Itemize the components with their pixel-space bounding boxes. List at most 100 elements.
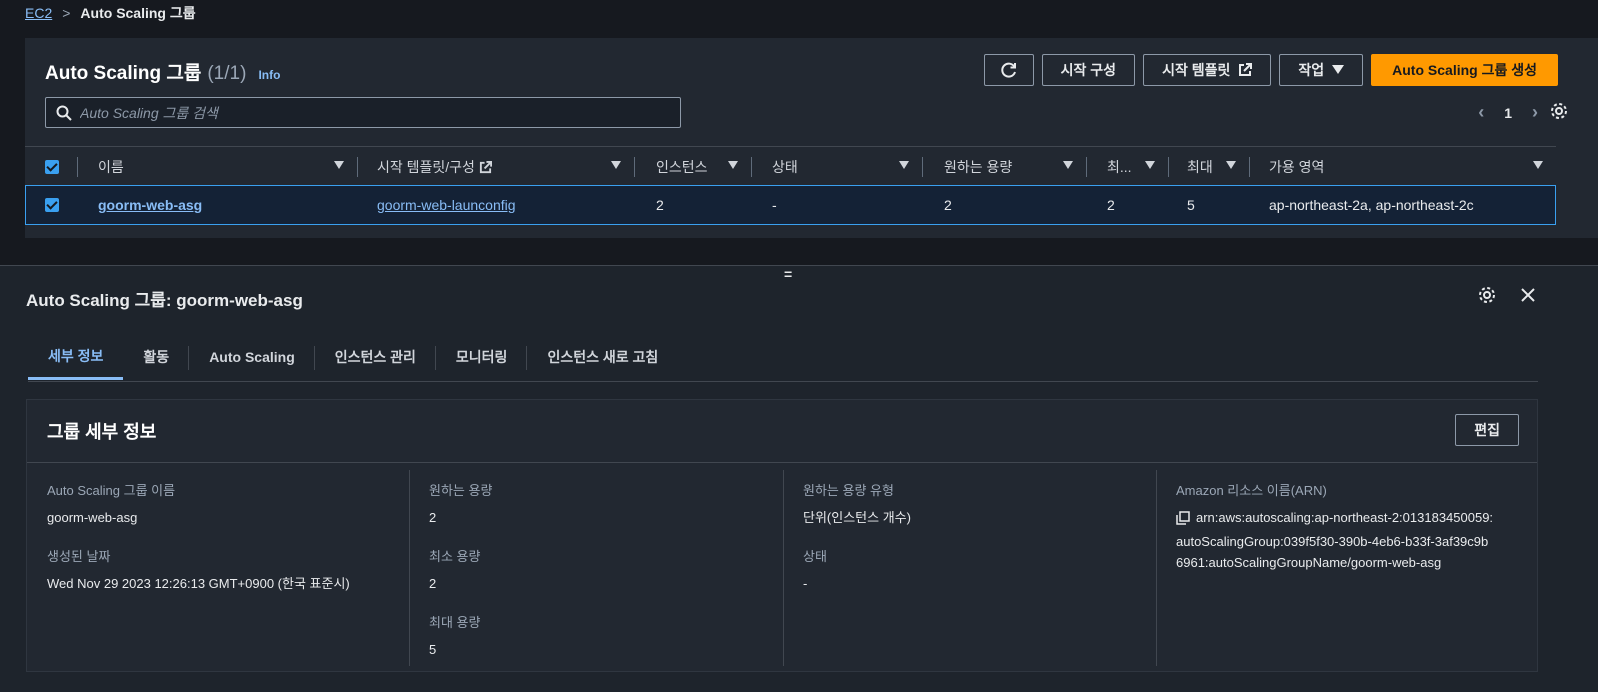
- refresh-icon: [1000, 62, 1016, 78]
- copy-button[interactable]: [1176, 507, 1190, 531]
- actions-label: 작업: [1298, 62, 1325, 78]
- tab-monitoring[interactable]: 모니터링: [436, 334, 528, 380]
- sort-caret-icon: [334, 161, 344, 169]
- breadcrumb-ec2-link[interactable]: EC2: [25, 5, 52, 21]
- search-input[interactable]: [80, 104, 670, 121]
- arn-line-3: 6961:autoScalingGroupName/goorm-web-asg: [1176, 555, 1442, 570]
- col-max-label: 최대: [1187, 159, 1213, 175]
- field-value: -: [803, 576, 808, 591]
- col-name-label: 이름: [98, 159, 124, 175]
- col-az[interactable]: 가용 영역: [1269, 147, 1549, 187]
- column-divider: [634, 157, 635, 177]
- col-min[interactable]: 최...: [1107, 147, 1169, 187]
- column-divider: [357, 157, 358, 177]
- info-link[interactable]: Info: [258, 68, 280, 82]
- sort-caret-icon: [1063, 161, 1073, 169]
- tab-label: 인스턴스 새로 고침: [547, 349, 659, 365]
- launch-config-link[interactable]: goorm-web-launconfig: [377, 197, 516, 213]
- launch-config-label: 시작 구성: [1060, 62, 1117, 78]
- col-status[interactable]: 상태: [772, 147, 923, 187]
- external-link-icon: [479, 160, 492, 173]
- table-settings-button[interactable]: [1550, 102, 1568, 125]
- field-label: 원하는 용량 유형: [803, 483, 894, 498]
- field-label: 생성된 날짜: [47, 549, 111, 564]
- gear-icon: [1479, 287, 1495, 303]
- field-asg-name: Auto Scaling 그룹 이름 goorm-web-asg: [47, 480, 400, 528]
- sort-caret-icon: [1226, 161, 1236, 169]
- field-label: 원하는 용량: [429, 483, 493, 498]
- cell-status: -: [772, 197, 777, 213]
- col-name[interactable]: 이름: [98, 147, 358, 187]
- create-asg-button[interactable]: Auto Scaling 그룹 생성: [1371, 54, 1558, 86]
- split-handle[interactable]: =: [784, 266, 792, 282]
- col-launch[interactable]: 시작 템플릿/구성: [377, 147, 635, 187]
- details-column-1: Auto Scaling 그룹 이름 goorm-web-asg 생성된 날짜 …: [27, 470, 400, 666]
- actions-button[interactable]: 작업: [1279, 54, 1364, 86]
- column-divider: [1086, 157, 1087, 177]
- col-min-label: 최...: [1107, 159, 1132, 175]
- detail-panel: Auto Scaling 그룹: goorm-web-asg 세부 정보 활동 …: [0, 265, 1598, 692]
- pagination: ‹ 1 ›: [1478, 102, 1538, 123]
- field-max: 최대 용량 5: [429, 612, 782, 660]
- col-instances-label: 인스턴스: [656, 159, 708, 175]
- external-link-icon: [1239, 63, 1253, 76]
- sort-caret-icon: [1145, 161, 1155, 169]
- cell-min: 2: [1107, 197, 1115, 213]
- sort-caret-icon: [899, 161, 909, 169]
- panel-count: (1/1): [207, 63, 247, 84]
- table-header: 이름 시작 템플릿/구성 인스턴스 상태 원하는 용량 최... 최대 가용 영…: [25, 146, 1556, 186]
- cell-name: goorm-web-asg: [98, 186, 202, 224]
- field-label: 최소 용량: [429, 549, 481, 564]
- launch-config-button[interactable]: 시작 구성: [1041, 54, 1136, 86]
- refresh-button[interactable]: [983, 54, 1034, 86]
- launch-template-label: 시작 템플릿: [1162, 62, 1231, 78]
- chevron-left-icon[interactable]: ‹: [1478, 102, 1484, 123]
- edit-button[interactable]: 편집: [1455, 414, 1519, 446]
- cell-max: 5: [1187, 197, 1195, 213]
- panel-title-text: Auto Scaling 그룹: [45, 63, 202, 84]
- breadcrumb: EC2 > Auto Scaling 그룹: [25, 3, 196, 23]
- details-column-2: 원하는 용량 2 최소 용량 2 최대 용량 5: [409, 470, 782, 666]
- table-row[interactable]: goorm-web-asg goorm-web-launconfig 2 - 2…: [25, 185, 1556, 225]
- select-all-checkbox[interactable]: [45, 160, 59, 174]
- select-all-cell: [45, 147, 78, 187]
- details-column-3: 원하는 용량 유형 단위(인스턴스 개수) 상태 -: [783, 470, 1156, 666]
- field-created: 생성된 날짜 Wed Nov 29 2023 12:26:13 GMT+0900…: [47, 546, 400, 594]
- detail-tabs: 세부 정보 활동 Auto Scaling 인스턴스 관리 모니터링 인스턴스 …: [28, 334, 1538, 382]
- field-desired-type: 원하는 용량 유형 단위(인스턴스 개수): [803, 480, 1156, 528]
- tab-auto-scaling[interactable]: Auto Scaling: [189, 334, 315, 380]
- card-divider: [27, 462, 1537, 463]
- launch-template-button[interactable]: 시작 템플릿: [1143, 54, 1272, 86]
- column-divider: [409, 470, 410, 666]
- column-divider: [1156, 470, 1157, 666]
- cell-desired: 2: [944, 197, 952, 213]
- detail-settings-button[interactable]: [1478, 286, 1496, 309]
- details-column-4: Amazon 리소스 이름(ARN) arn:aws:autoscaling:a…: [1156, 470, 1529, 666]
- col-max[interactable]: 최대: [1187, 147, 1250, 187]
- cell-instances: 2: [656, 197, 664, 213]
- asg-name-link[interactable]: goorm-web-asg: [98, 197, 202, 213]
- field-value: 5: [429, 642, 437, 657]
- field-value: 2: [429, 510, 437, 525]
- field-desired: 원하는 용량 2: [429, 480, 782, 528]
- chevron-right-icon[interactable]: ›: [1532, 102, 1538, 123]
- col-desired[interactable]: 원하는 용량: [944, 147, 1087, 187]
- col-instances[interactable]: 인스턴스: [656, 147, 752, 187]
- tab-label: 인스턴스 관리: [334, 349, 416, 365]
- copy-icon: [1176, 511, 1190, 525]
- tab-instance-refresh[interactable]: 인스턴스 새로 고침: [527, 334, 678, 380]
- tab-activity[interactable]: 활동: [123, 334, 190, 380]
- field-arn: Amazon 리소스 이름(ARN) arn:aws:autoscaling:a…: [1176, 480, 1529, 573]
- arn-row: arn:aws:autoscaling:ap-northeast-2:01318…: [1176, 507, 1529, 531]
- close-button[interactable]: [1520, 287, 1536, 308]
- field-value: goorm-web-asg: [47, 510, 138, 525]
- tab-details[interactable]: 세부 정보: [28, 334, 124, 380]
- tab-instance-management[interactable]: 인스턴스 관리: [315, 334, 436, 380]
- sort-caret-icon: [611, 161, 621, 169]
- row-checkbox[interactable]: [45, 198, 59, 212]
- current-page[interactable]: 1: [1504, 105, 1512, 121]
- cell-az: ap-northeast-2a, ap-northeast-2c: [1269, 197, 1474, 213]
- field-value: Wed Nov 29 2023 12:26:13 GMT+0900 (한국 표준…: [47, 576, 350, 591]
- tab-label: 모니터링: [455, 349, 508, 365]
- edit-label: 편집: [1474, 422, 1500, 438]
